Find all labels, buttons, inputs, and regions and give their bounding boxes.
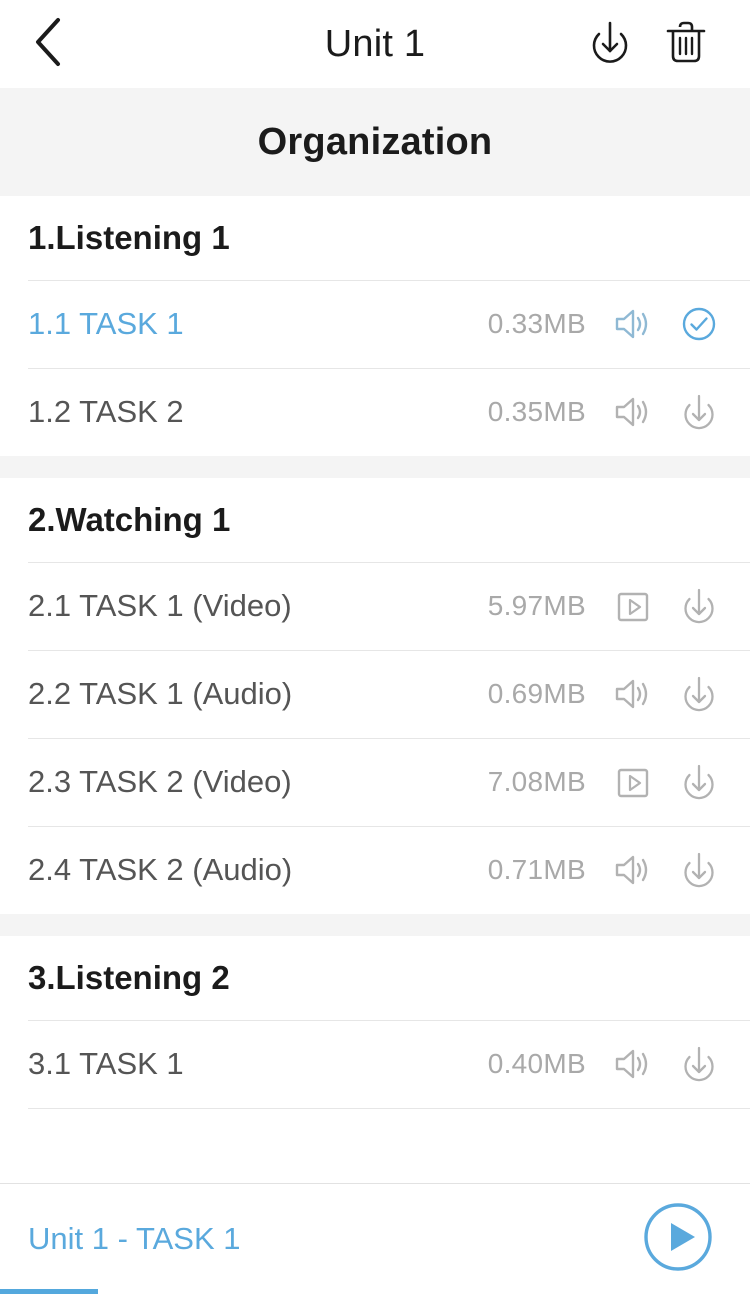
speaker-icon[interactable] bbox=[612, 675, 654, 713]
task-row[interactable]: 2.4 TASK 2 (Audio) 0.71MB bbox=[0, 826, 750, 914]
download-circle-icon[interactable] bbox=[676, 849, 722, 891]
task-row-actions: 0.33MB bbox=[488, 303, 722, 345]
download-circle-icon[interactable] bbox=[676, 1043, 722, 1085]
delete-button[interactable] bbox=[648, 0, 724, 88]
task-row-actions: 5.97MB bbox=[488, 585, 722, 627]
download-circle-icon[interactable] bbox=[676, 391, 722, 433]
task-row[interactable]: 2.2 TASK 1 (Audio) 0.69MB bbox=[0, 650, 750, 738]
list-end-divider bbox=[28, 1108, 750, 1109]
check-circle-icon[interactable] bbox=[676, 303, 722, 345]
video-play-box-icon[interactable] bbox=[612, 587, 654, 625]
section-header: 2.Watching 1 bbox=[0, 478, 750, 562]
section-header-title: 1.Listening 1 bbox=[28, 219, 230, 257]
app-root: Unit 1 bbox=[0, 0, 750, 1294]
download-circle-icon bbox=[586, 18, 634, 71]
task-file-size: 0.35MB bbox=[488, 396, 586, 428]
content-list: 1.Listening 1 1.1 TASK 1 0.33MB 1.2 TASK 2 0… bbox=[0, 196, 750, 1183]
speaker-icon[interactable] bbox=[612, 1045, 654, 1083]
video-play-box-icon[interactable] bbox=[612, 763, 654, 801]
download-all-button[interactable] bbox=[572, 0, 648, 88]
task-row[interactable]: 1.1 TASK 1 0.33MB bbox=[0, 280, 750, 368]
play-circle-icon bbox=[642, 1201, 714, 1278]
task-file-size: 5.97MB bbox=[488, 590, 586, 622]
speaker-icon[interactable] bbox=[612, 851, 654, 889]
task-row[interactable]: 2.1 TASK 1 (Video) 5.97MB bbox=[0, 562, 750, 650]
back-button[interactable] bbox=[4, 0, 92, 88]
task-file-size: 0.40MB bbox=[488, 1048, 586, 1080]
organization-banner: Organization bbox=[0, 88, 750, 196]
section-header: 1.Listening 1 bbox=[0, 196, 750, 280]
section-header-title: 3.Listening 2 bbox=[28, 959, 230, 997]
mini-player[interactable]: Unit 1 - TASK 1 bbox=[0, 1183, 750, 1294]
task-title: 2.1 TASK 1 (Video) bbox=[28, 588, 292, 624]
task-title: 2.3 TASK 2 (Video) bbox=[28, 764, 292, 800]
speaker-icon[interactable] bbox=[612, 393, 654, 431]
navbar-actions bbox=[572, 0, 750, 88]
task-title: 2.2 TASK 1 (Audio) bbox=[28, 676, 292, 712]
player-progress-track[interactable] bbox=[0, 1289, 750, 1294]
speaker-icon[interactable] bbox=[612, 305, 654, 343]
download-circle-icon[interactable] bbox=[676, 761, 722, 803]
task-row-actions: 0.40MB bbox=[488, 1043, 722, 1085]
task-row[interactable]: 3.1 TASK 1 0.40MB bbox=[0, 1020, 750, 1108]
task-row[interactable]: 1.2 TASK 2 0.35MB bbox=[0, 368, 750, 456]
task-row-actions: 7.08MB bbox=[488, 761, 722, 803]
task-row[interactable]: 2.3 TASK 2 (Video) 7.08MB bbox=[0, 738, 750, 826]
task-title: 1.2 TASK 2 bbox=[28, 394, 184, 430]
player-progress-fill bbox=[0, 1289, 98, 1294]
download-circle-icon[interactable] bbox=[676, 585, 722, 627]
task-row-actions: 0.69MB bbox=[488, 673, 722, 715]
task-row-actions: 0.35MB bbox=[488, 391, 722, 433]
section-header: 3.Listening 2 bbox=[0, 936, 750, 1020]
navigation-bar: Unit 1 bbox=[0, 0, 750, 88]
organization-title: Organization bbox=[258, 121, 493, 164]
download-circle-icon[interactable] bbox=[676, 673, 722, 715]
task-title: 2.4 TASK 2 (Audio) bbox=[28, 852, 292, 888]
task-title: 1.1 TASK 1 bbox=[28, 306, 184, 342]
task-file-size: 0.71MB bbox=[488, 854, 586, 886]
chevron-left-icon bbox=[33, 16, 63, 73]
section-header-title: 2.Watching 1 bbox=[28, 501, 230, 539]
section-separator bbox=[0, 914, 750, 936]
task-file-size: 0.33MB bbox=[488, 308, 586, 340]
trash-icon bbox=[663, 18, 709, 71]
task-title: 3.1 TASK 1 bbox=[28, 1046, 184, 1082]
task-row-actions: 0.71MB bbox=[488, 849, 722, 891]
player-track-title: Unit 1 - TASK 1 bbox=[28, 1221, 241, 1257]
player-play-button[interactable] bbox=[640, 1201, 716, 1277]
task-file-size: 7.08MB bbox=[488, 766, 586, 798]
task-file-size: 0.69MB bbox=[488, 678, 586, 710]
section-separator bbox=[0, 456, 750, 478]
